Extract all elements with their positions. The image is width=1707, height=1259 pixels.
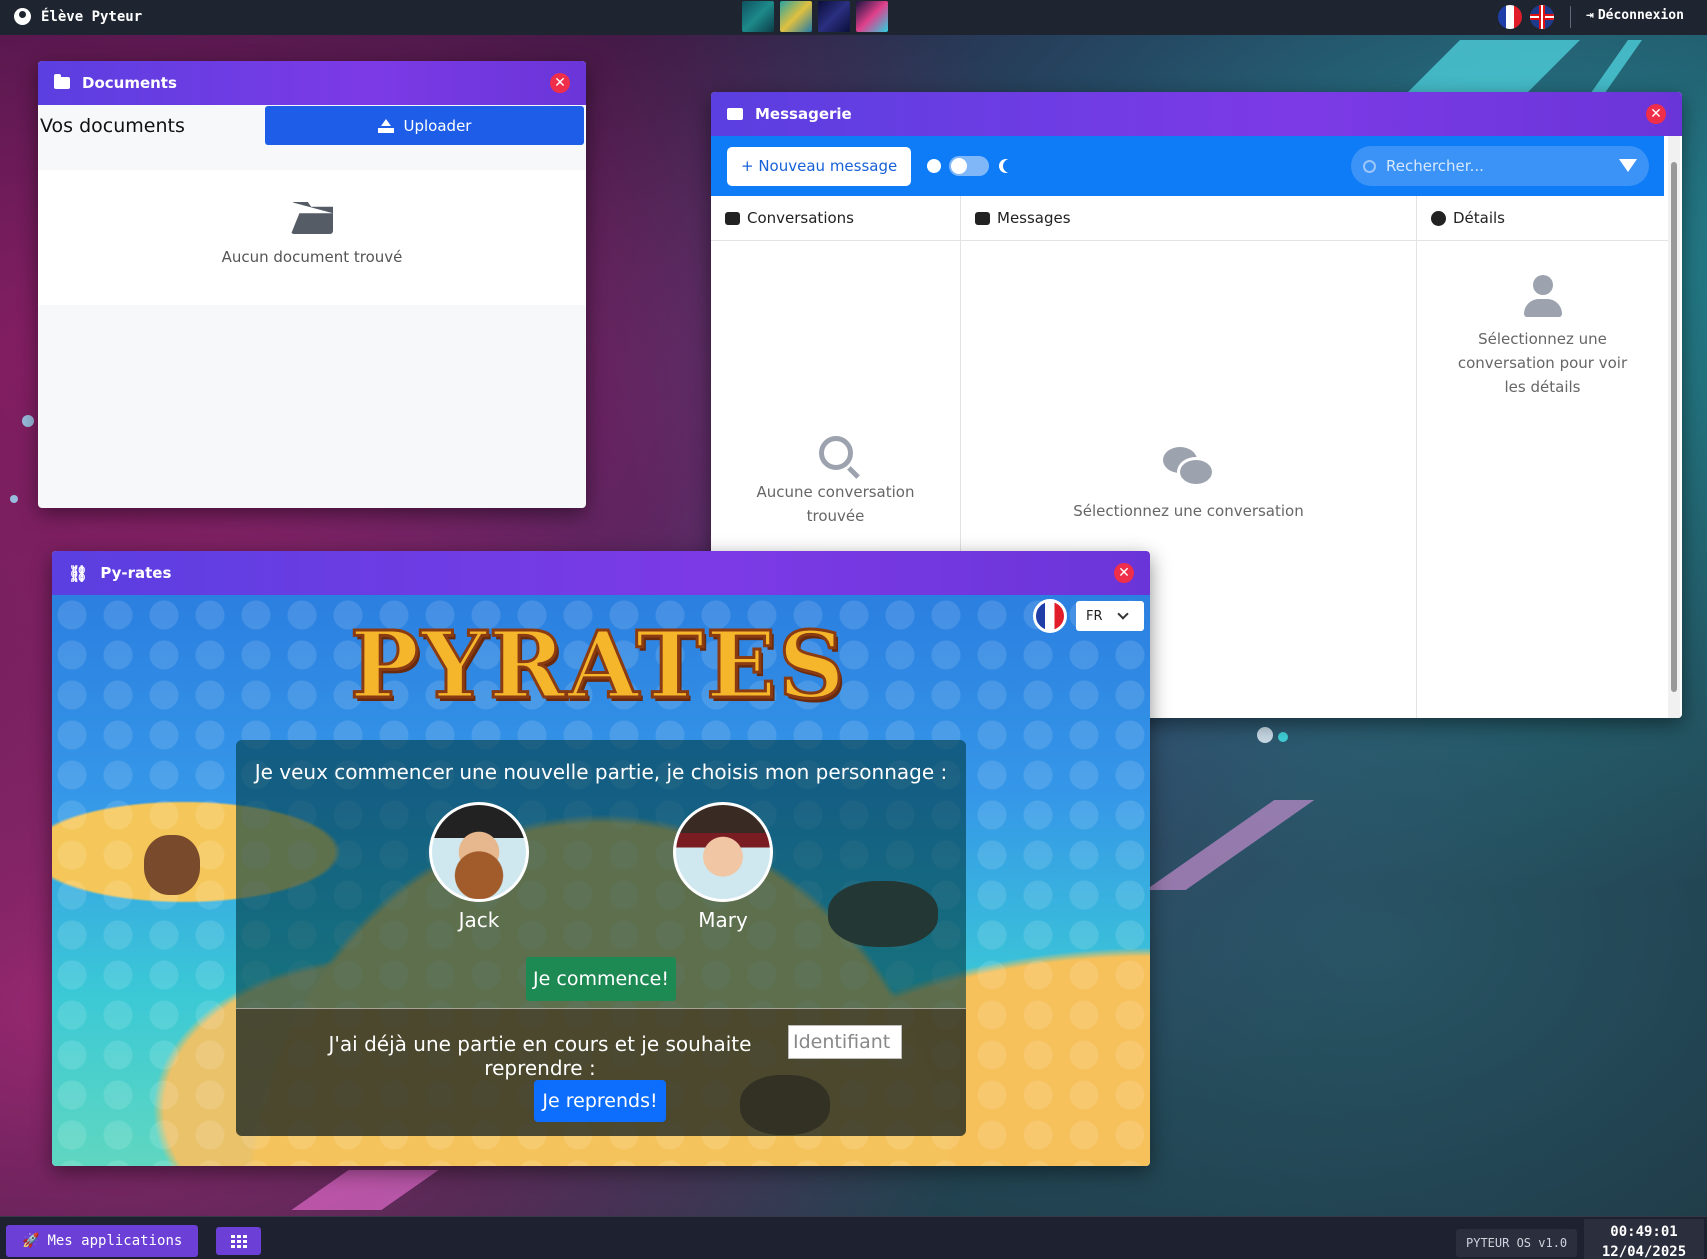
- documents-heading: Vos documents: [40, 114, 185, 137]
- theme-toggle[interactable]: [949, 156, 990, 176]
- rock-image: [144, 835, 200, 895]
- close-icon[interactable]: ✕: [1114, 563, 1134, 583]
- user-name: Élève Pyteur: [41, 8, 143, 25]
- os-version: PYTEUR OS v1.0: [1456, 1229, 1578, 1257]
- flag-fr-icon: [1033, 599, 1067, 633]
- logout-button[interactable]: ⇥ Déconnexion: [1586, 8, 1684, 23]
- conversations-header: Conversations: [747, 209, 854, 227]
- scrollbar[interactable]: [1668, 136, 1680, 718]
- user-icon: [1523, 275, 1562, 317]
- upload-button[interactable]: Uploader: [265, 106, 584, 145]
- user-circle-icon: [14, 8, 31, 25]
- clock-time: 00:49:01: [1610, 1224, 1678, 1240]
- upload-icon: [377, 118, 394, 133]
- flag-uk-icon[interactable]: [1530, 5, 1554, 29]
- new-game-text: Je veux commencer une nouvelle partie, j…: [254, 760, 948, 784]
- pyrates-logo: PYRATES: [349, 610, 847, 721]
- search-placeholder: Rechercher...: [1386, 157, 1484, 175]
- envelope-icon: [727, 108, 743, 120]
- start-panel: Je veux commencer une nouvelle partie, j…: [236, 740, 966, 1136]
- documents-empty-text: Aucun document trouvé: [221, 248, 403, 266]
- identifier-input[interactable]: [788, 1025, 902, 1059]
- documents-titlebar[interactable]: Documents ✕: [38, 61, 586, 105]
- chevron-down-icon: [1116, 608, 1129, 620]
- documents-window: Documents ✕ Vos documents Uploader Aucun…: [38, 61, 586, 508]
- flag-fr-icon[interactable]: [1498, 5, 1522, 29]
- resume-text: J'ai déjà une partie en cours et je souh…: [328, 1032, 752, 1080]
- search-icon: [1363, 159, 1376, 173]
- details-column: Détails Sélectionnez une conversation po…: [1417, 196, 1668, 718]
- messagerie-title: Messagerie: [755, 105, 852, 123]
- apps-button[interactable]: 🚀 Mes applications: [6, 1225, 199, 1257]
- documents-empty-state: Aucun document trouvé: [38, 170, 586, 305]
- mary-avatar[interactable]: [673, 802, 773, 902]
- start-button[interactable]: Je commence!: [526, 957, 676, 1001]
- clock-date: 12/04/2025: [1601, 1244, 1687, 1259]
- grid-button[interactable]: [216, 1227, 261, 1255]
- messagerie-toolbar: + Nouveau message Rechercher...: [711, 136, 1664, 196]
- messages-empty-text: Sélectionnez une conversation: [1073, 502, 1304, 520]
- language-value: FR: [1086, 608, 1103, 624]
- messagerie-titlebar[interactable]: Messagerie ✕: [711, 92, 1682, 136]
- pyrates-title: Py-rates: [100, 564, 172, 582]
- resume-button[interactable]: Je reprends!: [534, 1080, 666, 1122]
- language-select[interactable]: FR: [1076, 601, 1144, 631]
- user-menu[interactable]: Élève Pyteur: [14, 8, 142, 25]
- pyrates-game-area: PYRATES FR Je veux commencer une nouvell…: [52, 595, 1150, 1166]
- jack-avatar[interactable]: [429, 802, 529, 902]
- magnifier-icon: [818, 436, 853, 470]
- thumbnail-3[interactable]: [818, 1, 850, 32]
- jack-name: Jack: [458, 908, 500, 932]
- filter-icon[interactable]: [1619, 159, 1637, 172]
- info-icon: [1431, 210, 1446, 226]
- app-thumbnails: [742, 1, 888, 32]
- sun-icon: [927, 159, 942, 173]
- logout-icon: ⇥: [1586, 8, 1594, 23]
- scrollbar-thumb[interactable]: [1671, 162, 1677, 692]
- divider: [1570, 6, 1571, 28]
- conversations-empty-text: Aucune conversation trouvée: [756, 483, 915, 525]
- chat-bubbles-icon: [1162, 447, 1215, 487]
- top-bar: Élève Pyteur ⇥ Déconnexion: [0, 0, 1707, 35]
- envelope-icon: [975, 211, 990, 225]
- messages-header: Messages: [997, 209, 1071, 227]
- details-header: Détails: [1453, 209, 1506, 227]
- thumbnail-4[interactable]: [856, 1, 888, 32]
- thumbnail-1[interactable]: [742, 1, 774, 32]
- folder-open-icon: [291, 202, 333, 234]
- comments-icon: [725, 211, 740, 225]
- taskbar: 🚀 Mes applications PYTEUR OS v1.0 00:49:…: [0, 1216, 1707, 1259]
- close-icon[interactable]: ✕: [550, 73, 570, 93]
- search-field[interactable]: Rechercher...: [1351, 146, 1649, 186]
- link-icon: ⛓: [68, 563, 89, 583]
- clock: 00:49:01 12/04/2025: [1584, 1219, 1704, 1259]
- mary-name: Mary: [698, 908, 748, 932]
- details-empty-text: Sélectionnez une conversation pour voir …: [1457, 330, 1628, 396]
- pyrates-titlebar[interactable]: ⛓ Py-rates ✕: [52, 551, 1150, 595]
- moon-icon: [1003, 159, 1017, 173]
- close-icon[interactable]: ✕: [1646, 104, 1666, 124]
- thumbnail-2[interactable]: [780, 1, 812, 32]
- new-message-button[interactable]: + Nouveau message: [727, 146, 912, 186]
- grid-icon: [230, 1234, 247, 1248]
- folder-icon: [54, 74, 70, 89]
- upload-label: Uploader: [403, 116, 472, 135]
- pyrates-window: ⛓ Py-rates ✕ PYRATES FR Je veux commence…: [52, 551, 1150, 1166]
- logout-label: Déconnexion: [1597, 8, 1684, 23]
- rocket-icon: 🚀: [22, 1233, 40, 1249]
- apps-label: Mes applications: [47, 1233, 183, 1249]
- documents-title: Documents: [82, 74, 177, 92]
